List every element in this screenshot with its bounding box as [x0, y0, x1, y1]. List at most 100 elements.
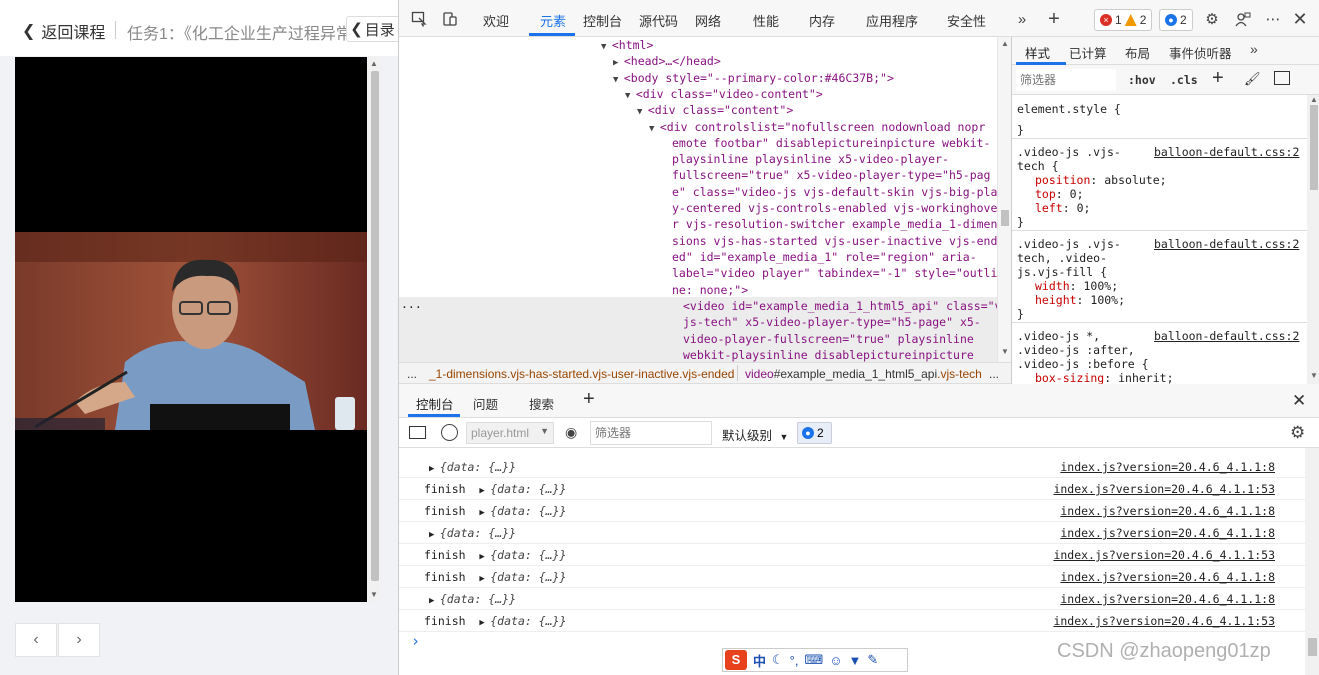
tab-performance[interactable]: 性能 [753, 11, 779, 30]
tab-elements[interactable]: 元素 [540, 11, 566, 30]
css-source-link[interactable]: balloon-default.css:2 [1154, 329, 1299, 343]
expand-down-icon[interactable]: ▼ [613, 75, 624, 85]
skin-icon[interactable]: ▼ [849, 653, 862, 668]
css-declaration[interactable]: top: 0; [1035, 187, 1084, 201]
close-icon[interactable]: ✕ [1290, 9, 1310, 29]
toc-button[interactable]: ❮ 目录 [346, 16, 398, 42]
expand-right-icon[interactable]: ▶ [479, 618, 490, 628]
css-rule[interactable]: .video-js *, .video-js :after, .video-js :… [1012, 323, 1307, 384]
console-object[interactable]: {data: {…}} [490, 570, 566, 584]
tab-application[interactable]: 应用程序 [866, 11, 918, 30]
console-object[interactable]: {data: {…}} [490, 504, 566, 518]
console-source-link[interactable]: index.js?version=20.4.6_4.1.1:53 [1053, 614, 1275, 628]
console-message[interactable]: ▶ {data: {…}} index.js?version=20.4.6_4.1… [399, 456, 1305, 478]
expand-right-icon[interactable]: ▶ [479, 574, 490, 584]
console-object[interactable]: {data: {…}} [490, 482, 566, 496]
expand-right-icon[interactable]: ▶ [479, 486, 490, 496]
css-declaration[interactable]: width: 100%; [1035, 279, 1118, 293]
console-scrollbar[interactable] [1305, 448, 1319, 675]
keyboard-icon[interactable]: ⌨ [804, 652, 823, 668]
expand-right-icon[interactable]: ▶ [429, 530, 440, 540]
inspect-icon[interactable] [409, 9, 429, 29]
gear-icon[interactable]: ⚙ [1202, 9, 1222, 29]
css-declaration[interactable]: height: 100%; [1035, 293, 1125, 307]
dom-node-line[interactable]: fullscreen="true" x5-video-player-type="… [672, 167, 991, 183]
eye-icon[interactable]: ◉ [565, 424, 577, 441]
more-tabs-icon[interactable]: » [1250, 41, 1258, 57]
gear-icon[interactable]: ⚙ [1290, 423, 1305, 443]
console-source-link[interactable]: index.js?version=20.4.6_4.1.1:8 [1060, 526, 1275, 540]
scrollbar-thumb[interactable] [1001, 210, 1009, 226]
dom-node-line[interactable]: ▼ <body style="--primary-color:#46C37B;"… [613, 70, 894, 88]
console-object[interactable]: {data: {…}} [490, 548, 566, 562]
tab-computed[interactable]: 已计算 [1069, 43, 1107, 62]
css-declaration[interactable]: left: 0; [1035, 201, 1090, 215]
tab-sources[interactable]: 源代码 [639, 11, 678, 30]
device-toolbar-icon[interactable] [440, 9, 460, 29]
elements-scrollbar[interactable]: ▲ ▼ [997, 37, 1011, 362]
console-source-link[interactable]: index.js?version=20.4.6_4.1.1:8 [1060, 570, 1275, 584]
scrollbar-thumb[interactable] [371, 71, 379, 581]
css-rule[interactable]: .video-js .vjs-tech, .video-js.vjs-fill … [1012, 231, 1307, 323]
message-count-badge[interactable]: ● 2 [797, 422, 832, 444]
expand-right-icon[interactable]: ▶ [479, 508, 490, 518]
user-icon[interactable]: ☺ [829, 653, 842, 668]
tab-security[interactable]: 安全性 [947, 11, 986, 30]
tab-memory[interactable]: 内存 [809, 11, 835, 30]
breadcrumb-more-right[interactable]: ... [989, 367, 999, 381]
dom-node-line[interactable]: ed" id="example_media_1" role="region" a… [672, 249, 977, 265]
tab-welcome[interactable]: 欢迎 [483, 11, 509, 30]
css-rule[interactable]: .video-js .vjs-tech {balloon-default.css… [1012, 139, 1307, 231]
dom-node-line[interactable]: playsinline playsinline x5-video-player- [672, 151, 949, 167]
console-message[interactable]: finish ▶ {data: {…}} index.js?version=20.… [399, 610, 1305, 632]
console-source-link[interactable]: index.js?version=20.4.6_4.1.1:53 [1053, 482, 1275, 496]
console-message[interactable]: ▶ {data: {…}} index.js?version=20.4.6_4.1… [399, 588, 1305, 610]
dom-node-line[interactable]: ▼ <html> [601, 37, 653, 55]
tab-layout[interactable]: 布局 [1125, 43, 1150, 62]
more-tabs-icon[interactable]: » [1012, 9, 1032, 29]
expand-down-icon[interactable]: ▼ [625, 91, 636, 101]
tab-event-listeners[interactable]: 事件侦听器 [1169, 43, 1232, 62]
console-filter-input[interactable] [590, 421, 712, 445]
tab-issues[interactable]: 问题 [473, 394, 498, 413]
ime-mode[interactable]: 中 [753, 651, 766, 670]
video-player[interactable] [15, 57, 367, 602]
expand-right-icon[interactable]: ▶ [429, 464, 440, 474]
next-button[interactable]: › [58, 623, 100, 657]
log-level-select[interactable]: 默认级别 ▼ [722, 425, 788, 444]
feedback-icon[interactable] [1233, 9, 1253, 29]
tab-console-drawer[interactable]: 控制台 [416, 394, 454, 413]
tab-search[interactable]: 搜索 [529, 394, 554, 413]
dom-node-line[interactable]: webkit-playsinline disablepictureinpictu… [683, 347, 974, 362]
node-dots[interactable]: ... [401, 296, 422, 312]
console-object[interactable]: {data: {…}} [440, 526, 516, 540]
dom-node-line[interactable]: video-player-fullscreen="true" playsinli… [683, 331, 974, 347]
tab-console[interactable]: 控制台 [583, 11, 622, 30]
breadcrumb-item[interactable]: _1-dimensions.vjs-has-started.vjs-user-i… [429, 367, 734, 381]
scrollbar-thumb[interactable] [1308, 638, 1317, 656]
more-options-icon[interactable]: ⋯ [1263, 9, 1283, 29]
add-tab-icon[interactable]: + [583, 388, 595, 411]
console-object[interactable]: {data: {…}} [440, 592, 516, 606]
styles-scrollbar[interactable]: ▲ ▼ [1307, 95, 1319, 384]
dom-node-line[interactable]: r vjs-resolution-switcher example_media_… [672, 216, 997, 232]
dom-node-line[interactable]: ne: none;"> [672, 282, 748, 298]
dom-node-line[interactable]: js-tech" x5-video-player-type="h5-page" … [683, 314, 981, 330]
console-message[interactable]: finish ▶ {data: {…}} index.js?version=20.… [399, 500, 1305, 522]
console-source-link[interactable]: index.js?version=20.4.6_4.1.1:8 [1060, 504, 1275, 518]
back-to-course-button[interactable]: ❮ 返回课程 [22, 19, 105, 43]
tab-styles[interactable]: 样式 [1025, 43, 1050, 62]
expand-down-icon[interactable]: ▼ [601, 42, 612, 52]
sidebar-toggle-icon[interactable] [409, 426, 426, 439]
dom-node-line[interactable]: ▶ <head>…</head> [613, 53, 721, 71]
breadcrumb-more-left[interactable]: ... [407, 367, 417, 381]
console-message[interactable]: ▶ {data: {…}} index.js?version=20.4.6_4.1… [399, 522, 1305, 544]
css-declaration[interactable]: box-sizing: inherit; [1035, 371, 1174, 384]
dom-node-line[interactable]: y-centered vjs-controls-enabled vjs-work… [672, 200, 997, 216]
dom-node-line[interactable]: label="video player" tabindex="-1" style… [672, 265, 997, 281]
punctuation-icon[interactable]: °, [790, 653, 799, 668]
dom-node-line[interactable]: e" class="video-js vjs-default-skin vjs-… [672, 184, 997, 200]
elements-tree[interactable]: ▼ <html> ▶ <head>…</head> ▼ <body style="-… [399, 37, 997, 362]
add-tab-icon[interactable]: + [1044, 8, 1064, 30]
expand-right-icon[interactable]: ▶ [429, 596, 440, 606]
